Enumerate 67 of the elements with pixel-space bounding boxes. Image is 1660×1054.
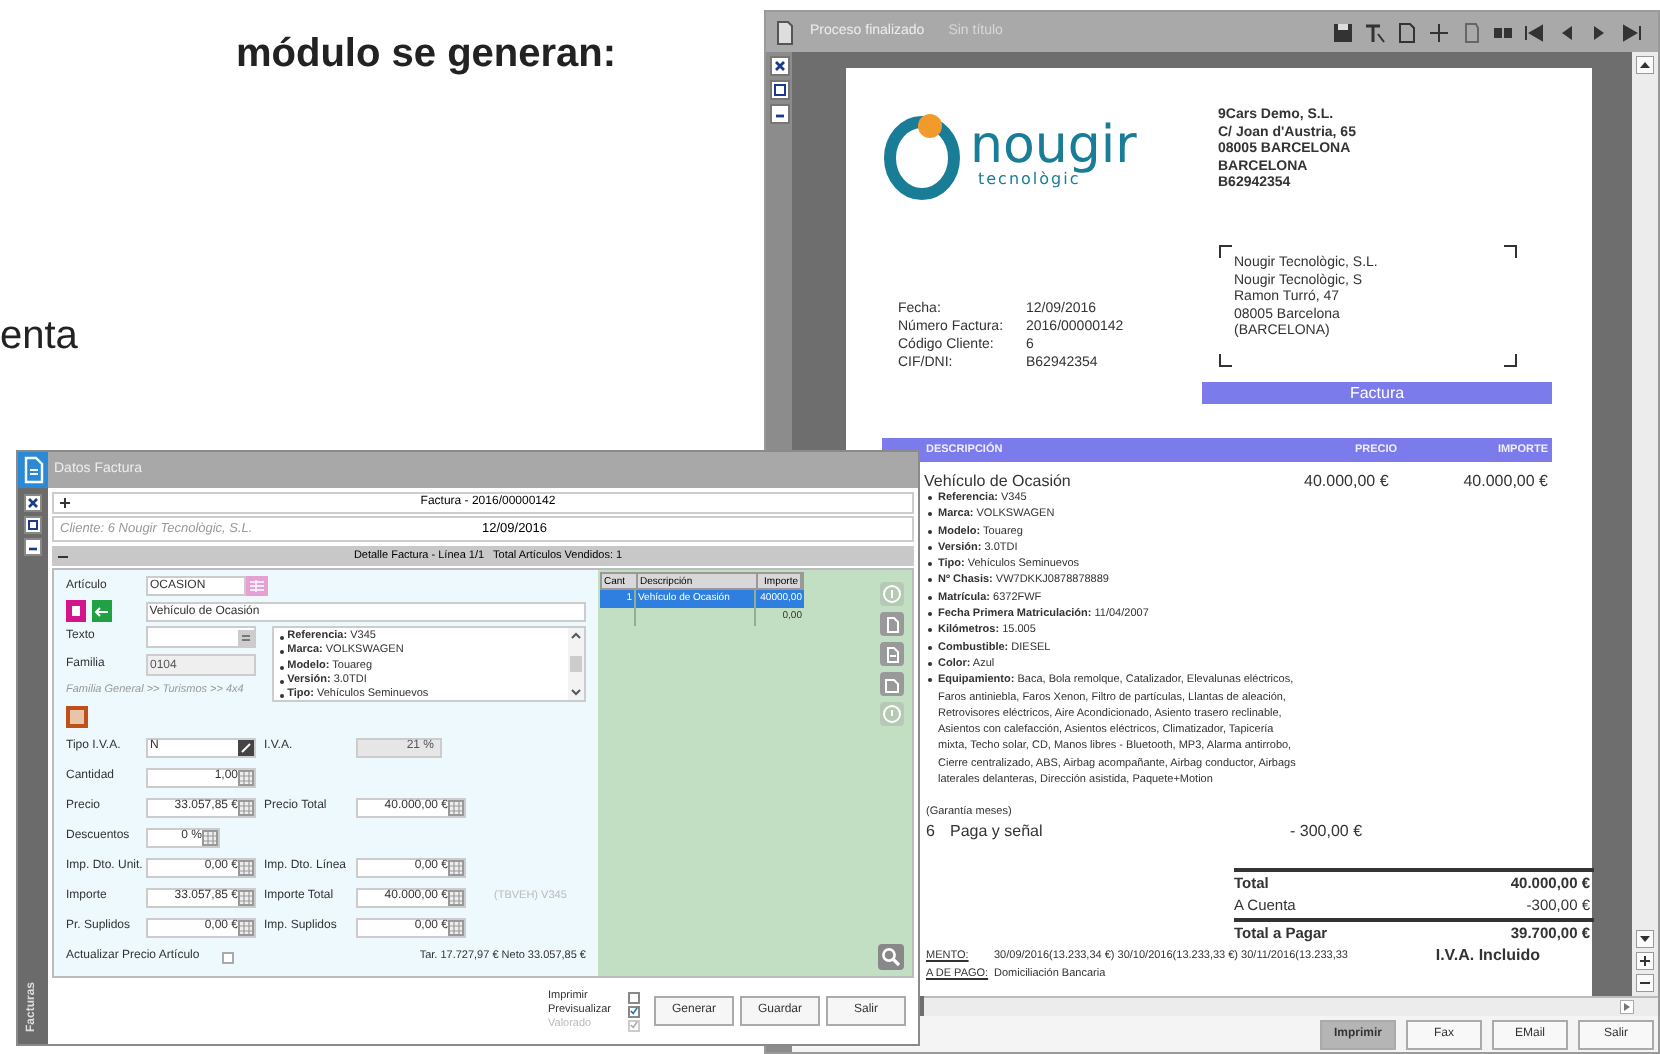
item-amount: 40.000,00 € xyxy=(1461,472,1550,490)
logo-ring-icon xyxy=(882,108,962,200)
document-icon[interactable] xyxy=(879,612,903,636)
logo-tagline: tecnològic xyxy=(978,172,1081,188)
vertical-scrollbar[interactable] xyxy=(1632,52,1658,996)
zoom-in-icon[interactable] xyxy=(1428,21,1450,43)
calculator-icon[interactable] xyxy=(448,859,464,875)
scroll-down-icon xyxy=(570,688,582,698)
checkbox[interactable] xyxy=(222,951,234,963)
vat-note: I.V.A. Incluido xyxy=(1435,943,1540,968)
document-icon[interactable] xyxy=(879,642,903,666)
checkbox[interactable] xyxy=(628,991,640,1003)
horizontal-scrollbar[interactable] xyxy=(924,996,1658,1016)
invoice-heading: Factura xyxy=(1202,382,1552,404)
edit-icon[interactable] xyxy=(238,739,254,755)
bullet-icon xyxy=(279,665,284,670)
document-icon xyxy=(774,19,794,45)
close-icon[interactable] xyxy=(24,494,42,512)
calculator-icon[interactable] xyxy=(448,799,464,815)
calculator-icon[interactable] xyxy=(238,769,254,785)
close-icon[interactable] xyxy=(769,56,789,76)
delete-icon[interactable] xyxy=(66,600,86,622)
item-description: Vehículo de Ocasión xyxy=(924,472,1073,490)
expand-icon[interactable] xyxy=(60,498,70,508)
collapse-icon[interactable] xyxy=(58,551,68,561)
bullet-icon xyxy=(279,650,284,655)
scrollbar[interactable] xyxy=(568,628,584,700)
minimize-icon[interactable] xyxy=(24,538,42,556)
lookup-icon[interactable] xyxy=(246,576,268,596)
calculator-icon[interactable] xyxy=(448,919,464,935)
calculator-icon[interactable] xyxy=(238,799,254,815)
heading-text: enta xyxy=(0,312,78,362)
text-icon[interactable] xyxy=(1364,21,1386,43)
calculator-icon[interactable] xyxy=(448,889,464,905)
page-icon[interactable] xyxy=(1396,21,1418,43)
scroll-up-icon xyxy=(1636,56,1654,74)
payment-price: - 300,00 € xyxy=(1290,821,1363,842)
scroll-down-icon xyxy=(1636,974,1654,992)
search-icon[interactable] xyxy=(878,944,904,970)
calculator-icon[interactable] xyxy=(238,859,254,875)
checkbox[interactable] xyxy=(628,1005,640,1017)
minimize-icon[interactable] xyxy=(769,104,789,124)
item-price: 40.000,00 € xyxy=(1304,472,1391,490)
save-icon[interactable] xyxy=(1332,21,1354,43)
scrollbar-thumb[interactable] xyxy=(570,656,582,672)
heading-text: módulo se generan: xyxy=(236,30,617,80)
calculator-icon[interactable] xyxy=(202,829,218,845)
scroll-up-icon xyxy=(1636,952,1654,970)
calculator-icon[interactable] xyxy=(238,919,254,935)
scroll-up-icon xyxy=(570,630,582,640)
document-icon[interactable] xyxy=(879,672,903,696)
calculator-icon[interactable] xyxy=(238,889,254,905)
last-page-icon[interactable] xyxy=(1620,21,1642,43)
document-icon xyxy=(18,452,48,488)
transfer-icon[interactable] xyxy=(92,600,112,622)
image-icon[interactable] xyxy=(66,706,88,728)
scroll-down-icon xyxy=(1636,930,1654,948)
input-field[interactable] xyxy=(146,626,256,648)
list-icon[interactable] xyxy=(238,629,254,645)
first-page-icon[interactable] xyxy=(1524,21,1546,43)
payment-number: 6 xyxy=(926,821,937,842)
logo-text: nougir xyxy=(970,120,1137,172)
maximize-icon[interactable] xyxy=(769,80,789,100)
bullet-icon xyxy=(279,679,284,684)
bullet-icon xyxy=(279,694,284,699)
maximize-icon[interactable] xyxy=(24,516,42,534)
payment-description: Paga y señal xyxy=(948,821,1045,842)
